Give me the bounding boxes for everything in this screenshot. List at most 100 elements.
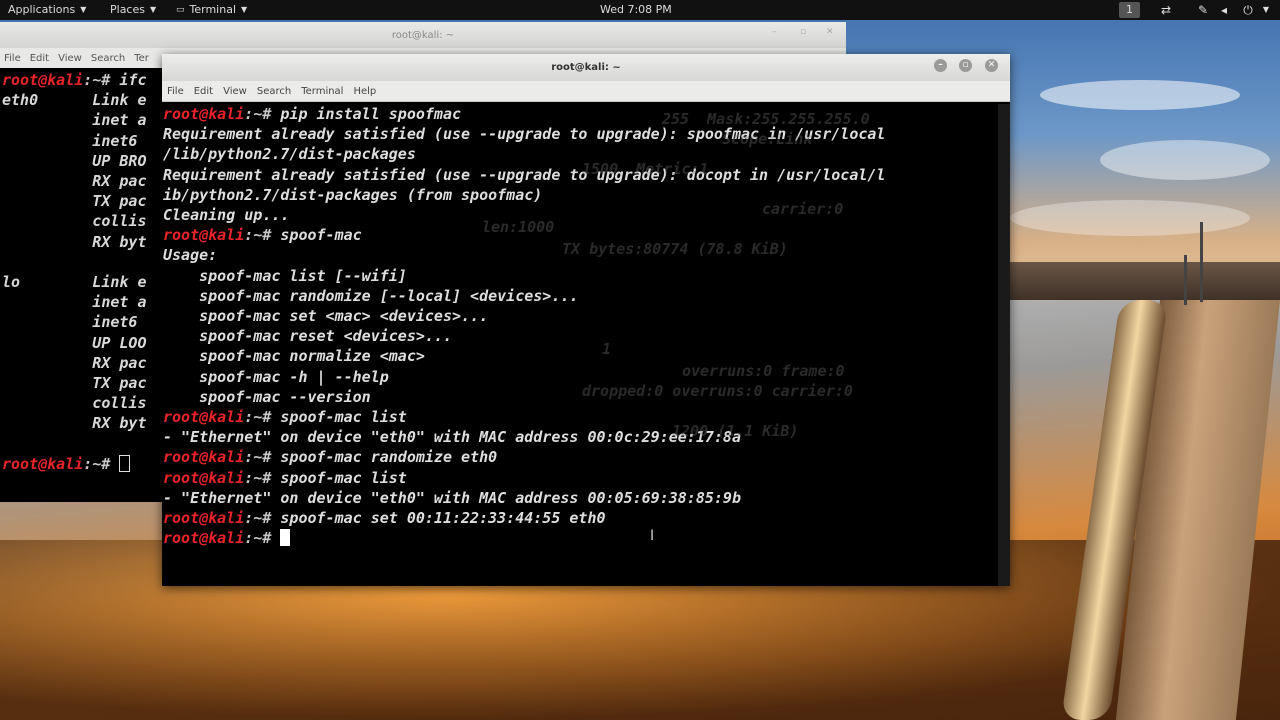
wallpaper-lamppost xyxy=(1200,222,1203,302)
terminal-line: ib/python2.7/dist-packages (from spoofma… xyxy=(163,185,998,205)
minimize-icon[interactable]: – xyxy=(772,27,777,37)
terminal-prompt-line[interactable]: root@kali:~# xyxy=(163,528,998,548)
terminal-line: spoof-mac list [--wifi] xyxy=(163,266,998,286)
output-text: UP BRO xyxy=(2,151,147,170)
menu-file[interactable]: File xyxy=(167,86,184,97)
wallpaper-lamppost xyxy=(1184,255,1187,305)
output-text: collis xyxy=(2,394,147,413)
output-text: inet a xyxy=(2,111,147,130)
background-ghost-text: overruns:0 frame:0 xyxy=(682,362,845,380)
wallpaper-cloud xyxy=(1040,80,1240,110)
close-icon[interactable]: ✕ xyxy=(826,27,834,37)
output-text: eth0 Link e xyxy=(2,91,147,110)
menu-file[interactable]: File xyxy=(4,53,21,64)
output-text: lo Link e xyxy=(2,273,147,292)
terminal-line: root@kali:~# spoof-mac list xyxy=(163,468,998,488)
terminal-line: Requirement already satisfied (use --upg… xyxy=(163,124,998,144)
terminal-line: root@kali:~# spoof-mac list xyxy=(163,407,998,427)
terminal-line: spoof-mac -h | --help xyxy=(163,367,998,387)
foreground-terminal-window[interactable]: root@kali: ~ – ▫ ✕ File Edit View Search… xyxy=(162,54,1010,586)
chevron-down-icon: ▼ xyxy=(80,5,87,14)
prompt-path: :~# xyxy=(244,408,281,427)
prompt-user: root@kali xyxy=(163,529,245,548)
background-terminal-titlebar[interactable]: root@kali: ~ – ▫ ✕ xyxy=(0,22,846,48)
terminal-icon: ▭ xyxy=(176,4,185,15)
terminal-line: root@kali:~# spoof-mac randomize eth0 xyxy=(163,447,998,467)
terminal-line: spoof-mac randomize [--local] <devices>.… xyxy=(163,286,998,306)
clock-label: Wed 7:08 PM xyxy=(600,3,672,16)
output-text: UP LOO xyxy=(2,333,147,352)
places-label: Places xyxy=(110,3,145,16)
pen-icon[interactable]: ✎ xyxy=(1195,2,1211,18)
chevron-down-icon: ▼ xyxy=(149,5,157,14)
top-panel: Applications ▼ Places ▼ ▭ Terminal ▼ Wed… xyxy=(0,0,1280,20)
terminal-line: Cleaning up... xyxy=(163,205,998,225)
close-icon[interactable]: ✕ xyxy=(985,59,998,72)
volume-icon[interactable]: ◂ xyxy=(1216,2,1232,18)
terminal-line: root@kali:~# pip install spoofmac xyxy=(163,104,998,124)
prompt-path: :~# xyxy=(83,454,120,473)
prompt-path: :~# xyxy=(244,509,281,528)
prompt-path: :~# xyxy=(244,529,281,548)
maximize-icon[interactable]: ▫ xyxy=(959,59,972,72)
background-ghost-text: carrier:0 xyxy=(762,200,844,218)
output-text: spoof-mac -h | --help xyxy=(163,367,389,386)
output-text: RX byt xyxy=(2,414,147,433)
menu-edit[interactable]: Edit xyxy=(30,53,49,64)
prompt-path: :~# xyxy=(244,468,281,487)
menu-terminal[interactable]: Terminal xyxy=(301,86,343,97)
foreground-terminal-titlebar[interactable]: root@kali: ~ – ▫ ✕ xyxy=(162,54,1010,81)
prompt-user: root@kali xyxy=(163,105,245,123)
applications-menu[interactable]: Applications ▼ xyxy=(8,3,86,16)
chevron-down-icon: ▼ xyxy=(241,5,248,14)
wallpaper-cloud xyxy=(1100,140,1270,180)
command-text: spoof-mac xyxy=(280,226,362,245)
menu-search[interactable]: Search xyxy=(91,53,125,64)
output-text: ib/python2.7/dist-packages (from spoofma… xyxy=(163,185,543,204)
terminal-line: root@kali:~# spoof-mac set 00:11:22:33:4… xyxy=(163,508,998,528)
prompt-user: root@kali xyxy=(163,468,245,487)
output-text: spoof-mac list [--wifi] xyxy=(163,266,407,285)
prompt-user: root@kali xyxy=(163,226,245,245)
workspace-indicator[interactable]: 1 xyxy=(1119,2,1140,18)
places-menu[interactable]: Places ▼ xyxy=(110,3,156,16)
minimize-icon[interactable]: – xyxy=(934,59,947,72)
text-cursor xyxy=(280,529,291,547)
menu-view[interactable]: View xyxy=(223,86,247,97)
terminal-line: spoof-mac normalize <mac> xyxy=(163,346,998,366)
menu-terminal[interactable]: Ter xyxy=(134,53,149,64)
output-text: RX pac xyxy=(2,353,147,372)
output-text: Cleaning up... xyxy=(163,206,290,225)
output-text: inet a xyxy=(2,293,147,312)
terminal-scrollbar[interactable] xyxy=(998,104,1010,586)
chevron-down-icon[interactable]: ▼ xyxy=(1258,2,1274,18)
command-text: spoof-mac set 00:11:22:33:44:55 eth0 xyxy=(280,509,606,528)
menu-edit[interactable]: Edit xyxy=(194,86,213,97)
prompt-path: :~# xyxy=(244,226,281,245)
terminal-app-menu[interactable]: ▭ Terminal ▼ xyxy=(176,3,247,16)
output-text: TX pac xyxy=(2,192,147,211)
output-text: inet6 xyxy=(2,131,138,150)
foreground-terminal-output[interactable]: root@kali:~# pip install spoofmac Require… xyxy=(162,104,998,586)
output-text: Usage: xyxy=(163,246,218,265)
output-text: /lib/python2.7/dist-packages xyxy=(163,145,416,164)
power-icon[interactable]: ⏻ xyxy=(1240,2,1256,18)
maximize-icon[interactable]: ▫ xyxy=(800,27,806,37)
prompt-user: root@kali xyxy=(163,448,245,467)
terminal-app-label: Terminal xyxy=(189,3,237,16)
menu-search[interactable]: Search xyxy=(257,86,291,97)
prompt-user: root@kali xyxy=(2,454,84,473)
menu-view[interactable]: View xyxy=(58,53,82,64)
output-text: RX byt xyxy=(2,232,147,251)
background-ghost-text: dropped:0 overruns:0 carrier:0 xyxy=(582,382,853,400)
output-text: TX pac xyxy=(2,374,147,393)
clock[interactable]: Wed 7:08 PM xyxy=(600,3,672,16)
background-ghost-text: 1500 Metric:1 xyxy=(582,160,709,178)
prompt-user: root@kali xyxy=(2,71,84,89)
foreground-terminal-menubar: File Edit View Search Terminal Help xyxy=(162,81,1010,102)
command-text: spoof-mac list xyxy=(280,468,407,487)
output-text: spoof-mac --version xyxy=(163,387,371,406)
wallpaper-skyline xyxy=(1010,262,1280,304)
network-icon[interactable]: ⇄ xyxy=(1158,2,1174,18)
menu-help[interactable]: Help xyxy=(353,86,376,97)
